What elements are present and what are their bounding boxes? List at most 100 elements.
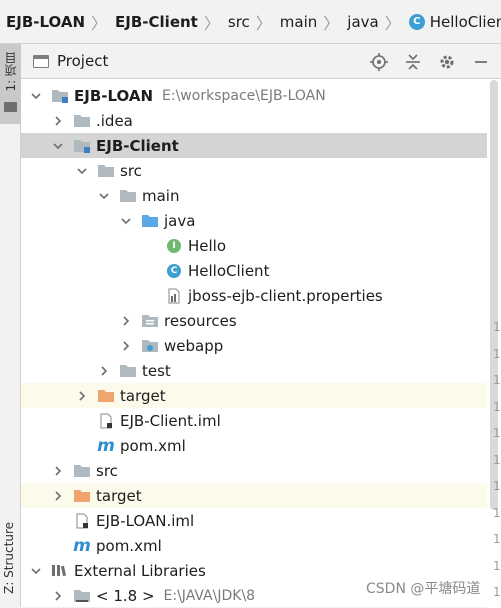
resources-folder-icon bbox=[141, 313, 159, 329]
chevron-right-icon[interactable] bbox=[51, 489, 65, 503]
tree-node-pom-xml[interactable]: m pom.xml bbox=[21, 433, 487, 458]
tree-node-label: main bbox=[142, 186, 180, 205]
breadcrumb-label: EJB-LOAN bbox=[6, 12, 86, 31]
chevron-down-icon[interactable] bbox=[51, 139, 65, 153]
breadcrumb-item-ejb-client[interactable]: EJB-Client bbox=[115, 13, 198, 31]
class-icon: C bbox=[165, 263, 183, 279]
web-folder-icon bbox=[141, 338, 159, 354]
line-number: 1 bbox=[493, 346, 501, 361]
tree-node-java[interactable]: java bbox=[21, 208, 487, 233]
breadcrumb-label: java bbox=[347, 12, 379, 31]
tree-node-label: webapp bbox=[164, 336, 224, 355]
breadcrumb-item-helloclient[interactable]: C HelloClient bbox=[408, 13, 501, 31]
tree-node-label: jboss-ejb-client.properties bbox=[188, 286, 383, 305]
collapse-all-icon[interactable] bbox=[403, 52, 423, 72]
tree-node-helloclient[interactable]: C HelloClient bbox=[21, 258, 487, 283]
tree-node-label: EJB-LOAN bbox=[74, 86, 154, 105]
line-number: 1 bbox=[493, 558, 501, 573]
chevron-down-icon[interactable] bbox=[119, 214, 133, 228]
tree-node-idea[interactable]: .idea bbox=[21, 108, 487, 133]
tree-node-ejb-client-iml[interactable]: EJB-Client.iml bbox=[21, 408, 487, 433]
iml-file-icon bbox=[97, 413, 115, 429]
chevron-down-icon[interactable] bbox=[97, 189, 111, 203]
breadcrumb-item-src[interactable]: src bbox=[228, 13, 250, 31]
tree-node-hello[interactable]: I Hello bbox=[21, 233, 487, 258]
tree-node-ejb-client[interactable]: EJB-Client bbox=[21, 133, 487, 158]
tree-node-ejb-loan[interactable]: EJB-LOAN E:\workspace\EJB-LOAN bbox=[21, 83, 487, 108]
project-window-icon bbox=[33, 54, 49, 68]
chevron-down-icon[interactable] bbox=[29, 89, 43, 103]
tree-node-pom-xml[interactable]: m pom.xml bbox=[21, 533, 487, 558]
project-view-selector[interactable]: Project bbox=[33, 52, 108, 70]
excluded-folder-icon bbox=[97, 388, 115, 404]
tree-node-label: src bbox=[120, 161, 142, 180]
tree-node-path: E:\JAVA\JDK\8 bbox=[163, 587, 256, 604]
scrollbar-track[interactable] bbox=[487, 80, 501, 608]
class-icon: C bbox=[408, 13, 425, 30]
tree-node-src[interactable]: src bbox=[21, 158, 487, 183]
line-number: 1 bbox=[493, 505, 501, 520]
hide-minus-icon[interactable] bbox=[471, 52, 491, 72]
line-number: 1 bbox=[493, 585, 501, 599]
module-folder-icon bbox=[51, 88, 69, 104]
tree-node-test[interactable]: test bbox=[21, 358, 487, 383]
tree-node-jboss-ejb-client-properties[interactable]: jboss-ejb-client.properties bbox=[21, 283, 487, 308]
chevron-right-icon[interactable] bbox=[119, 339, 133, 353]
folder-icon bbox=[4, 102, 17, 112]
project-tool-button[interactable]: 1: 项目 bbox=[0, 44, 21, 124]
tree-node-target[interactable]: target bbox=[21, 483, 487, 508]
tree-node-label: src bbox=[96, 461, 118, 480]
structure-tool-button[interactable]: Z: Structure bbox=[0, 522, 21, 607]
tree-node-label: test bbox=[142, 361, 171, 380]
settings-gear-icon[interactable] bbox=[437, 52, 457, 72]
folder-icon bbox=[119, 363, 137, 379]
chevron-right-icon[interactable] bbox=[51, 114, 65, 128]
line-number: 1 bbox=[493, 452, 501, 467]
properties-file-icon bbox=[165, 288, 183, 304]
structure-tool-label: Z: Structure bbox=[2, 522, 16, 594]
tree-node-src[interactable]: src bbox=[21, 458, 487, 483]
tree-node-resources[interactable]: resources bbox=[21, 308, 487, 333]
project-tool-label: 1: 项目 bbox=[4, 52, 18, 92]
tree-node-label: External Libraries bbox=[74, 561, 206, 580]
chevron-right-icon[interactable] bbox=[51, 589, 65, 603]
locate-icon[interactable] bbox=[369, 52, 389, 72]
chevron-right-icon[interactable] bbox=[119, 314, 133, 328]
breadcrumb-label: src bbox=[227, 12, 250, 31]
tree-node-ejb-loan-iml[interactable]: EJB-LOAN.iml bbox=[21, 508, 487, 533]
tree-node-label: pom.xml bbox=[120, 436, 186, 455]
line-number: 1 bbox=[493, 399, 501, 414]
iml-file-icon bbox=[73, 513, 91, 529]
breadcrumb-item-java[interactable]: java bbox=[347, 13, 378, 31]
scrollbar-thumb[interactable] bbox=[490, 80, 498, 510]
tree-node-label: .idea bbox=[96, 111, 133, 130]
source-folder-icon bbox=[141, 213, 159, 229]
tree-node-main[interactable]: main bbox=[21, 183, 487, 208]
chevron-down-icon[interactable] bbox=[75, 164, 89, 178]
project-tree[interactable]: EJB-LOAN E:\workspace\EJB-LOAN .idea EJB-Cl… bbox=[21, 79, 501, 607]
breadcrumb-label: EJB-Client bbox=[115, 12, 198, 31]
chevron-right-icon[interactable] bbox=[75, 389, 89, 403]
tree-node-label: EJB-Client bbox=[96, 136, 179, 155]
tree-node-label: Hello bbox=[188, 236, 227, 255]
breadcrumb-item-ejb-loan[interactable]: EJB-LOAN bbox=[6, 13, 85, 31]
line-number: 1 bbox=[493, 426, 501, 440]
chevron-right-icon[interactable] bbox=[51, 464, 65, 478]
folder-icon bbox=[73, 463, 91, 479]
tree-node-path: E:\workspace\EJB-LOAN bbox=[162, 87, 326, 104]
tree-node-target[interactable]: target bbox=[21, 383, 487, 408]
maven-file-icon: m bbox=[97, 435, 115, 456]
tree-node-label: pom.xml bbox=[96, 536, 162, 555]
navigation-breadcrumb: EJB-LOAN 〉 EJB-Client 〉 src 〉 main 〉 jav… bbox=[0, 0, 501, 44]
chevron-down-icon[interactable] bbox=[29, 564, 43, 578]
breadcrumb-item-main[interactable]: main bbox=[280, 13, 317, 31]
line-number: 1 bbox=[493, 532, 501, 546]
chevron-right-icon[interactable] bbox=[97, 364, 111, 378]
tree-node-webapp[interactable]: webapp bbox=[21, 333, 487, 358]
